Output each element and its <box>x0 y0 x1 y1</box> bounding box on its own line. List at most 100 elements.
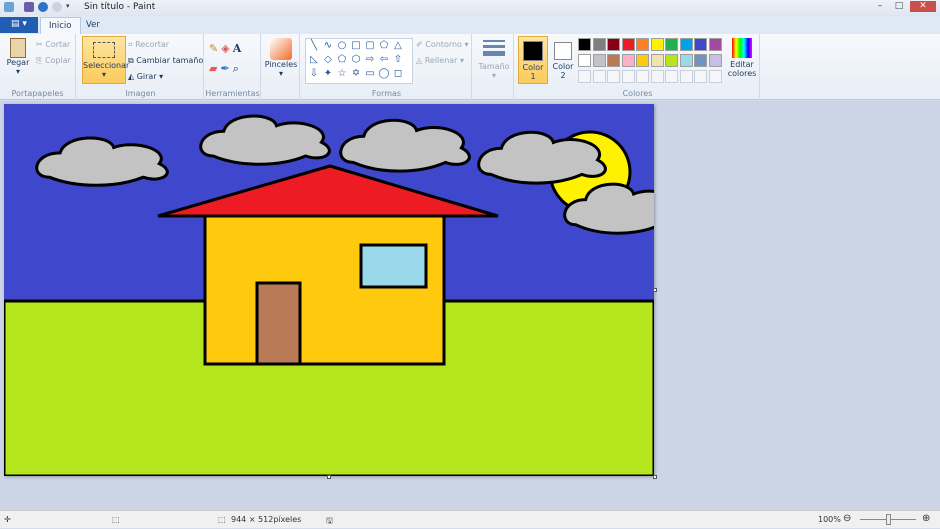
zoom-slider-thumb[interactable] <box>886 514 891 525</box>
shape-tool[interactable]: ⬠ <box>335 54 349 68</box>
size-button[interactable]: Tamaño ▾ <box>476 40 512 80</box>
shape-tool[interactable]: ⬡ <box>349 54 363 68</box>
palette-custom-slot[interactable] <box>607 70 620 83</box>
rotate-label: Girar <box>136 72 157 81</box>
palette-custom-slot[interactable] <box>636 70 649 83</box>
paste-button[interactable]: Pegar ▾ <box>4 38 32 76</box>
shape-tool[interactable]: ✡ <box>349 68 363 82</box>
group-label: Portapapeles <box>11 89 64 98</box>
color2-button[interactable]: Color 2 <box>550 36 576 84</box>
palette-custom-slot[interactable] <box>650 70 664 83</box>
fill-button[interactable]: ◬ Rellenar ▾ <box>416 56 464 65</box>
palette-color[interactable] <box>694 38 707 51</box>
shape-tool[interactable]: ◇ <box>321 54 335 68</box>
palette-color[interactable] <box>636 54 649 67</box>
shape-tool[interactable]: ✦ <box>321 68 335 82</box>
paint-app-icon <box>4 2 14 12</box>
palette-custom-slot[interactable] <box>679 70 693 83</box>
shape-tool[interactable]: ○ <box>335 40 349 54</box>
cut-button[interactable]: ✂ Cortar <box>36 40 70 49</box>
file-menu-button[interactable]: ▤ ▾ <box>0 17 38 33</box>
palette-color[interactable] <box>621 38 635 51</box>
file-menu-icon: ▤ ▾ <box>11 19 27 29</box>
shape-tool[interactable]: ◯ <box>377 68 391 82</box>
outline-button[interactable]: ✐ Contorno ▾ <box>416 40 469 49</box>
group-herramientas: ✎◈A ▰✒⌕ Herramientas <box>205 34 261 100</box>
brushes-button[interactable]: Pinceles ▾ <box>264 38 298 78</box>
palette-color[interactable] <box>607 54 620 67</box>
shape-tool[interactable]: ◻ <box>391 68 405 82</box>
zoom-in-button[interactable]: ⊕ <box>922 513 930 524</box>
palette-color[interactable] <box>708 54 722 67</box>
shape-tool[interactable]: ⬠ <box>377 40 391 54</box>
minimize-button[interactable]: – <box>872 1 888 12</box>
palette-color[interactable] <box>679 54 693 67</box>
color-picker-icon[interactable]: ✒ <box>220 62 232 75</box>
crop-button[interactable]: ⌗ Recortar <box>128 40 169 50</box>
resize-handle-bottom[interactable] <box>327 475 331 479</box>
palette-custom-slot[interactable] <box>621 70 635 83</box>
palette-color[interactable] <box>578 54 591 67</box>
close-button[interactable]: ✕ <box>910 1 936 12</box>
house-door <box>255 281 302 366</box>
palette-custom-slot[interactable] <box>592 70 606 83</box>
resize-handle-corner[interactable] <box>653 475 657 479</box>
palette-color[interactable] <box>694 54 707 67</box>
shape-tool[interactable]: ╲ <box>307 40 321 54</box>
shape-tool[interactable]: ▭ <box>363 68 377 82</box>
save-icon[interactable] <box>24 2 34 12</box>
palette-color[interactable] <box>665 54 678 67</box>
fill-icon[interactable]: ◈ <box>221 42 232 55</box>
palette-color[interactable] <box>650 54 664 67</box>
palette-color[interactable] <box>578 38 591 51</box>
palette-custom-slot[interactable] <box>578 70 591 83</box>
canvas-dimensions: 944 × 512píxeles <box>231 515 302 524</box>
color1-button[interactable]: Color 1 <box>518 36 548 84</box>
shape-tool[interactable]: ☆ <box>335 68 349 82</box>
pencil-icon[interactable]: ✎ <box>209 42 221 55</box>
eraser-icon[interactable]: ▰ <box>209 62 220 75</box>
shape-tool[interactable]: ∿ <box>321 40 335 54</box>
shape-tool[interactable]: △ <box>391 40 405 54</box>
palette-color[interactable] <box>592 54 606 67</box>
palette-custom-slot[interactable] <box>708 70 722 83</box>
shape-tool[interactable]: ⇧ <box>391 54 405 68</box>
palette-color[interactable] <box>665 38 678 51</box>
palette-color[interactable] <box>708 38 722 51</box>
text-icon[interactable]: A <box>233 42 245 55</box>
shape-tool[interactable]: ⇦ <box>377 54 391 68</box>
group-tamano: Tamaño ▾ <box>474 34 514 100</box>
palette-color[interactable] <box>592 38 606 51</box>
clipboard-icon <box>10 38 26 58</box>
customize-toolbar-icon[interactable]: ▾ <box>66 2 76 12</box>
resize-handle-right[interactable] <box>653 288 657 292</box>
palette-color[interactable] <box>679 38 693 51</box>
copy-button[interactable]: ⎘ Copiar <box>36 56 71 66</box>
tab-ver[interactable]: Ver <box>78 17 108 34</box>
tab-inicio[interactable]: Inicio <box>40 17 81 34</box>
redo-icon[interactable] <box>52 2 62 12</box>
magnifier-icon[interactable]: ⌕ <box>233 62 242 75</box>
copy-label: Copiar <box>44 56 71 65</box>
cut-label: Cortar <box>45 40 71 49</box>
cursor-position-icon: ✛ <box>4 515 11 524</box>
palette-color[interactable] <box>636 38 649 51</box>
select-button[interactable]: Seleccionar ▾ <box>82 36 129 84</box>
palette-color[interactable] <box>650 38 664 51</box>
shape-tool[interactable]: ▢ <box>363 40 377 54</box>
shape-tool[interactable]: □ <box>349 40 363 54</box>
zoom-out-button[interactable]: ⊖ <box>843 513 851 524</box>
palette-color[interactable] <box>607 38 620 51</box>
undo-icon[interactable] <box>38 2 48 12</box>
edit-colors-button[interactable]: Editar colores <box>726 38 758 78</box>
shape-tool[interactable]: ⇨ <box>363 54 377 68</box>
palette-custom-slot[interactable] <box>665 70 678 83</box>
shape-tool[interactable]: ◺ <box>307 54 321 68</box>
maximize-button[interactable]: □ <box>891 1 907 12</box>
rotate-button[interactable]: ◭ Girar ▾ <box>128 72 163 81</box>
resize-button[interactable]: ⧉ Cambiar tamaño <box>128 56 203 66</box>
palette-color[interactable] <box>621 54 635 67</box>
drawing-canvas[interactable] <box>2 104 683 478</box>
palette-custom-slot[interactable] <box>694 70 707 83</box>
shape-tool[interactable]: ⇩ <box>307 68 321 82</box>
